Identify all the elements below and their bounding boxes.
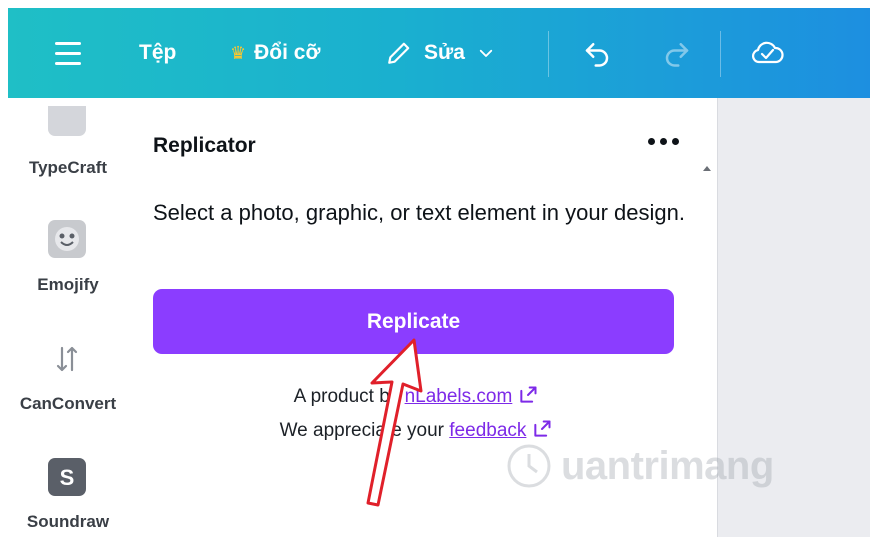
toolbar-divider <box>548 31 549 77</box>
credit-line: A product by nLabels.com <box>136 385 696 408</box>
emojify-icon <box>48 220 86 258</box>
feedback-link[interactable]: feedback <box>449 420 526 441</box>
replicate-button[interactable]: Replicate <box>153 289 674 354</box>
chevron-down-icon <box>479 49 493 57</box>
resize-button[interactable]: ♛ Đổi cỡ <box>230 8 320 98</box>
rail-item-label: Soundraw <box>26 512 110 531</box>
edit-menu-button[interactable]: Sửa <box>386 8 495 98</box>
external-link-icon[interactable] <box>532 419 552 439</box>
crown-icon: ♛ <box>230 42 247 63</box>
apps-rail: TypeCraft Emojify CanConvert S Soundraw <box>0 98 136 537</box>
watermark: uantrimang <box>503 440 774 492</box>
redo-button[interactable] <box>662 8 692 98</box>
rail-item-label: TypeCraft <box>28 158 108 177</box>
rail-item-emojify[interactable]: Emojify <box>0 208 136 308</box>
more-options-icon[interactable] <box>648 138 679 145</box>
file-menu-button[interactable]: Tệp <box>139 8 176 98</box>
file-menu-label: Tệp <box>139 41 177 64</box>
nlabels-link[interactable]: nLabels.com <box>405 386 513 407</box>
soundraw-icon: S <box>48 458 86 496</box>
resize-label: Đổi cỡ <box>254 41 321 64</box>
save-status-button[interactable] <box>750 8 784 98</box>
replicate-button-label: Replicate <box>366 309 461 333</box>
watermark-text: uantrimang <box>561 443 774 488</box>
rail-item-label: Emojify <box>37 275 99 294</box>
panel-title: Replicator <box>153 134 256 157</box>
toolbar-divider <box>720 31 721 77</box>
top-toolbar: Tệp ♛ Đổi cỡ Sửa <box>8 8 870 98</box>
edit-menu-label: Sửa <box>424 41 465 64</box>
external-link-icon[interactable] <box>518 385 538 405</box>
scroll-up-icon[interactable] <box>703 166 711 171</box>
instructions-text: Select a photo, graphic, or text element… <box>153 200 685 225</box>
typecraft-icon <box>48 106 86 136</box>
rail-item-typecraft[interactable]: TypeCraft <box>0 98 136 188</box>
watermark-logo-icon <box>507 444 551 488</box>
menu-icon[interactable] <box>54 8 82 98</box>
feedback-prefix: We appreciate your <box>279 420 450 441</box>
feedback-line: We appreciate your feedback <box>136 419 696 442</box>
canconvert-icon <box>48 340 86 378</box>
undo-icon <box>585 43 609 67</box>
rail-item-label: CanConvert <box>19 394 117 413</box>
rail-item-soundraw[interactable]: S Soundraw <box>0 446 136 537</box>
pencil-icon <box>388 42 410 64</box>
svg-text:S: S <box>60 465 75 490</box>
credit-prefix: A product by <box>293 386 405 407</box>
rail-item-canconvert[interactable]: CanConvert <box>0 328 136 428</box>
cloud-check-icon <box>752 41 784 64</box>
redo-icon <box>665 43 689 67</box>
undo-button[interactable] <box>582 8 612 98</box>
